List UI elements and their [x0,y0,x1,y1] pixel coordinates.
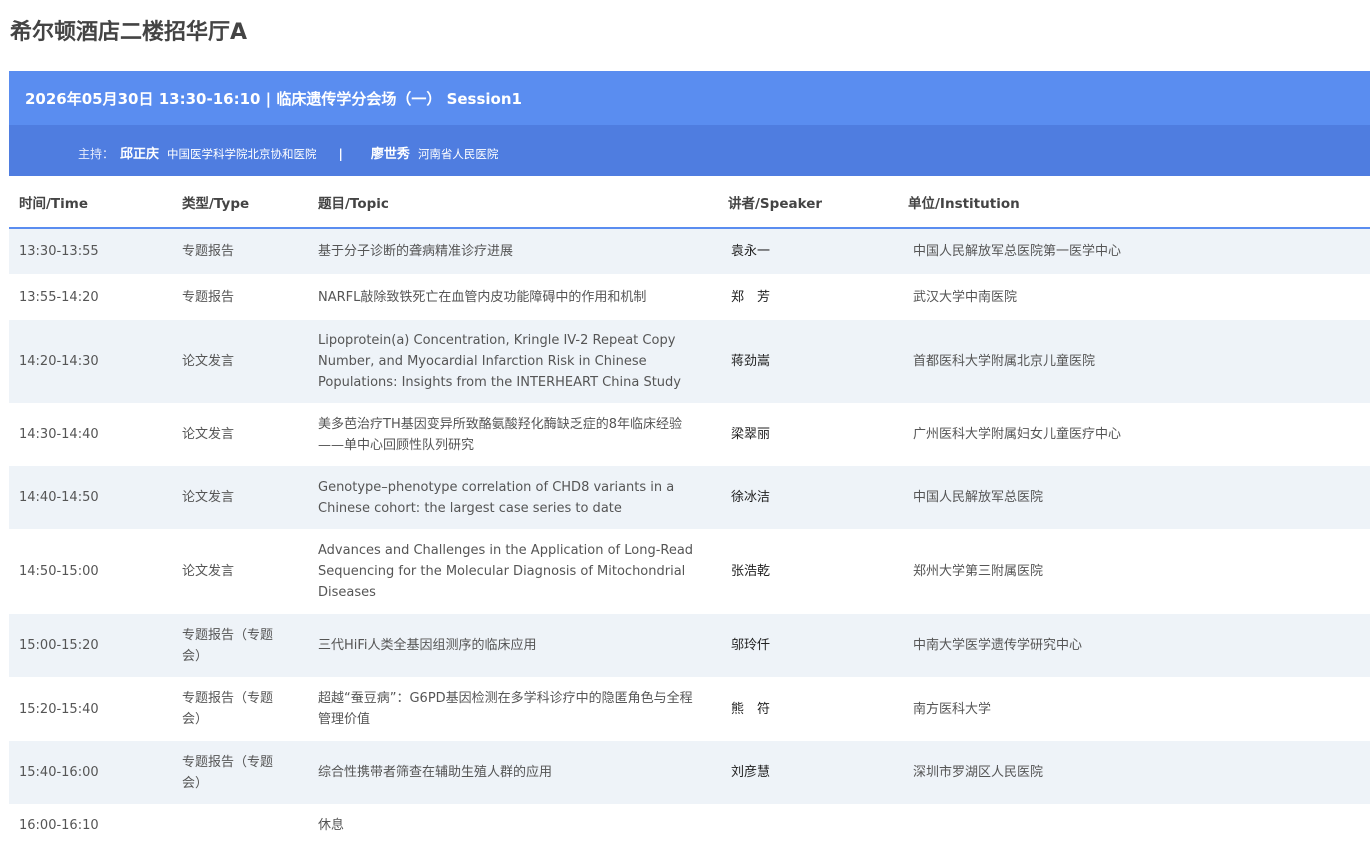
cell-type: 论文发言 [172,320,308,403]
column-header-speaker: 讲者/Speaker [718,176,898,229]
cell-institution: 中国人民解放军总医院第一医学中心 [898,228,1370,274]
cell-type: 专题报告（专题会） [172,741,308,804]
host-name: 廖世秀 [370,147,410,162]
session-header: 2026年05月30日 13:30-16:10 | 临床遗传学分会场（一） Se… [9,71,1370,125]
cell-speaker: 蒋劲嵩 [718,320,898,403]
cell-time: 13:55-14:20 [19,289,99,305]
cell-speaker: 熊 符 [731,701,771,717]
cell-institution: 武汉大学中南医院 [913,289,1018,305]
schedule-table: 时间/Time 类型/Type 题目/Topic 讲者/Speaker 单位/I… [9,176,1370,846]
table-row: 15:40-16:00 专题报告（专题会） 综合性携带者筛查在辅助生殖人群的应用… [9,741,1370,804]
host-institution: 中国医学科学院北京协和医院 [167,147,317,161]
cell-speaker: 邬玲仟 [718,614,898,677]
cell-institution: 中南大学医学遗传学研究中心 [898,614,1370,677]
session-title: 2026年05月30日 13:30-16:10 | 临床遗传学分会场（一） Se… [25,90,522,108]
cell-time: 14:20-14:30 [9,320,172,403]
table-row: 14:20-14:30 论文发言 Lipoprotein(a) Concentr… [9,320,1370,403]
table-row: 13:30-13:55 专题报告 基于分子诊断的聋病精准诊疗进展 袁永一 中国人… [9,228,1370,274]
table-row: 15:20-15:40 专题报告（专题会） 超越“蚕豆病”：G6PD基因检测在多… [9,677,1370,741]
cell-type: 专题报告 [182,289,235,305]
table-row: 14:50-15:00 论文发言 Advances and Challenges… [9,529,1370,614]
host-label: 主持： [78,147,115,161]
cell-topic: 三代HiFi人类全基因组测序的临床应用 [308,614,718,677]
cell-speaker [718,804,898,846]
column-header-institution: 单位/Institution [898,176,1370,229]
host-separator: | [338,147,343,161]
cell-speaker: 袁永一 [718,228,898,274]
cell-type: 论文发言 [172,466,308,529]
cell-institution [898,804,1370,846]
cell-topic: 美多芭治疗TH基因变异所致酪氨酸羟化酶缺乏症的8年临床经验——单中心回顾性队列研… [318,416,682,453]
table-row: 16:00-16:10 休息 [9,804,1370,846]
cell-topic: Advances and Challenges in the Applicati… [318,543,694,600]
cell-type: 论文发言 [182,564,235,579]
cell-time: 14:50-15:00 [19,564,99,579]
table-row: 15:00-15:20 专题报告（专题会） 三代HiFi人类全基因组测序的临床应… [9,614,1370,677]
cell-institution: 首都医科大学附属北京儿童医院 [898,320,1370,403]
cell-topic: 超越“蚕豆病”：G6PD基因检测在多学科诊疗中的隐匿角色与全程管理价值 [318,691,693,727]
cell-speaker: 梁翠丽 [731,427,771,442]
cell-time: 15:20-15:40 [19,701,99,717]
cell-topic: NARFL敲除致铁死亡在血管内皮功能障碍中的作用和机制 [318,289,647,305]
cell-topic: 基于分子诊断的聋病精准诊疗进展 [308,228,718,274]
host-institution: 河南省人民医院 [417,147,499,161]
table-header-row: 时间/Time 类型/Type 题目/Topic 讲者/Speaker 单位/I… [9,176,1370,229]
cell-time: 15:00-15:20 [9,614,172,677]
cell-type [172,804,308,846]
cell-time: 14:30-14:40 [19,427,99,442]
cell-type: 专题报告（专题会） [182,691,274,727]
cell-time: 13:30-13:55 [9,228,172,274]
cell-institution: 中国人民解放军总医院 [898,466,1370,529]
venue-title: 希尔顿酒店二楼招华厅A [10,20,248,45]
cell-type: 论文发言 [182,427,235,442]
cell-institution: 郑州大学第三附属医院 [913,564,1044,579]
column-header-time: 时间/Time [9,176,172,229]
cell-time: 16:00-16:10 [19,817,99,833]
cell-speaker: 张浩乾 [731,564,771,579]
table-row: 14:30-14:40 论文发言 美多芭治疗TH基因变异所致酪氨酸羟化酶缺乏症的… [9,403,1370,466]
table-row: 13:55-14:20 专题报告 NARFL敲除致铁死亡在血管内皮功能障碍中的作… [9,274,1370,320]
host-bar: 主持： 邱正庆 中国医学科学院北京协和医院 | 廖世秀 河南省人民医院 [9,125,1370,176]
column-header-type: 类型/Type [172,176,308,229]
cell-type: 专题报告 [172,228,308,274]
cell-type: 专题报告（专题会） [172,614,308,677]
cell-topic: 综合性携带者筛查在辅助生殖人群的应用 [308,741,718,804]
cell-topic: 休息 [318,817,345,833]
cell-speaker: 刘彦慧 [718,741,898,804]
cell-speaker: 徐冰洁 [718,466,898,529]
host-info: 主持： 邱正庆 中国医学科学院北京协和医院 | 廖世秀 河南省人民医院 [78,143,498,162]
cell-institution: 广州医科大学附属妇女儿童医疗中心 [913,427,1122,442]
host-name: 邱正庆 [120,147,160,162]
cell-speaker: 郑 芳 [731,289,771,305]
column-header-topic: 题目/Topic [308,176,718,229]
cell-institution: 南方医科大学 [913,701,992,717]
cell-institution: 深圳市罗湖区人民医院 [898,741,1370,804]
cell-time: 14:40-14:50 [9,466,172,529]
cell-topic: Lipoprotein(a) Concentration, Kringle IV… [308,320,718,403]
cell-topic: Genotype–phenotype correlation of CHD8 v… [308,466,718,529]
cell-time: 15:40-16:00 [9,741,172,804]
table-row: 14:40-14:50 论文发言 Genotype–phenotype corr… [9,466,1370,529]
